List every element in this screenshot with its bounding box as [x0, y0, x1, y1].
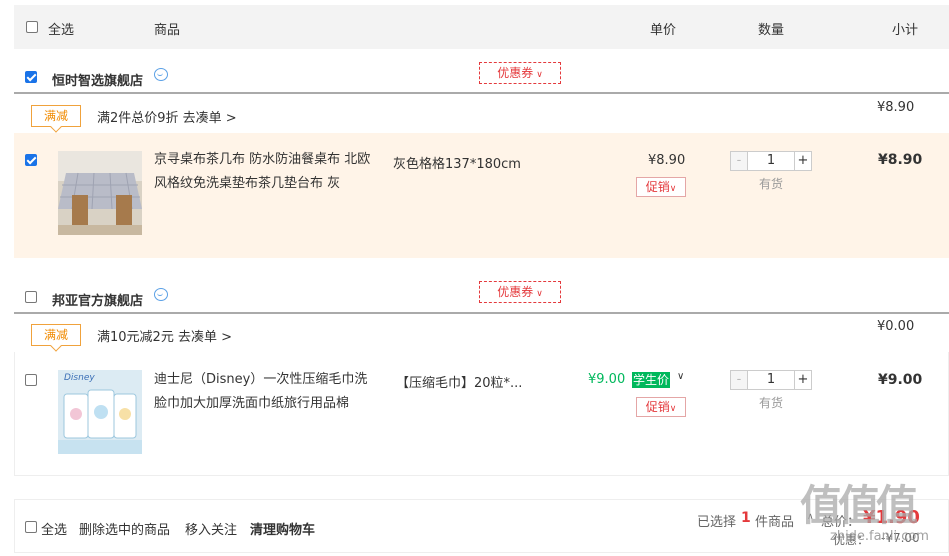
item-subtotal: ¥8.90	[878, 152, 923, 168]
selected-count: 1	[741, 510, 751, 526]
increase-button[interactable]: +	[794, 371, 811, 389]
student-price-badge[interactable]: 学生价	[632, 372, 671, 388]
selected-prefix: 已选择	[697, 515, 737, 530]
chevron-down-icon: ∨	[669, 184, 677, 194]
quantity-stepper: - 1 +	[730, 370, 812, 390]
product-thumbnail[interactable]	[58, 151, 142, 235]
quantity-input[interactable]: 1	[747, 371, 795, 389]
chevron-down-icon: ∨	[536, 289, 543, 299]
stock-status: 有货	[759, 396, 784, 410]
clear-cart-link[interactable]: 清理购物车	[250, 519, 315, 538]
watermark-logo: 值值值	[800, 472, 918, 533]
decrease-button[interactable]: -	[731, 371, 748, 389]
item-checkbox[interactable]	[25, 374, 37, 386]
quantity-input[interactable]: 1	[747, 152, 795, 170]
select-all-label[interactable]: 全选	[41, 519, 67, 538]
increase-button[interactable]: +	[794, 152, 811, 170]
column-subtotal: 小计	[892, 23, 919, 38]
selected-suffix: 件商品	[755, 515, 795, 530]
column-product: 商品	[154, 23, 181, 38]
store-divider	[14, 312, 949, 314]
chevron-down-icon: ∨	[669, 404, 677, 414]
stock-status: 有货	[759, 177, 784, 191]
item-checkbox[interactable]	[25, 154, 37, 166]
select-all-label: 全选	[48, 23, 75, 38]
store-checkbox[interactable]	[25, 71, 37, 83]
product-title[interactable]: 京寻桌布茶几布 防水防油餐桌布 北欧风格纹免洗桌垫布茶几垫台布 灰	[154, 148, 374, 196]
quantity-stepper: - 1 +	[730, 151, 812, 171]
select-all-checkbox-top[interactable]	[26, 21, 38, 33]
store-checkbox[interactable]	[25, 291, 37, 303]
watermark-char: 值	[800, 481, 842, 530]
promo-link[interactable]: 满2件总价9折 去凑单 >	[97, 107, 237, 126]
store-name[interactable]: 恒时智选旗舰店	[52, 70, 143, 89]
chat-icon[interactable]	[154, 68, 168, 81]
product-spec[interactable]: 灰色格格137*180cm	[393, 153, 521, 172]
watermark-url: zhide.fanli.com	[830, 529, 929, 544]
move-to-follow-link[interactable]: 移入关注	[185, 519, 237, 538]
thumb-brand-text: Disney	[64, 373, 95, 383]
watermark-char: 值	[838, 481, 880, 530]
chevron-down-icon: ∨	[536, 70, 543, 80]
promo-select-label: 促销	[645, 400, 670, 414]
cart-header: 全选 商品 单价 数量 小计	[14, 5, 949, 49]
coupon-button[interactable]: 优惠券 ∨	[479, 62, 561, 84]
watermark-char: 值	[876, 481, 918, 530]
delete-selected-link[interactable]: 删除选中的商品	[79, 519, 170, 538]
unit-price: ¥8.90	[648, 153, 686, 168]
promo-select-label: 促销	[645, 180, 670, 194]
chevron-down-icon[interactable]: ∨	[677, 371, 684, 382]
promo-select[interactable]: 促销∨	[636, 397, 686, 417]
promo-link[interactable]: 满10元减2元 去凑单 >	[97, 326, 232, 345]
promo-select[interactable]: 促销∨	[636, 177, 686, 197]
promo-tag: 满减	[31, 324, 81, 346]
store-name[interactable]: 邦亚官方旗舰店	[52, 290, 143, 309]
coupon-label: 优惠券	[497, 66, 534, 80]
promo-tag: 满减	[31, 105, 81, 127]
product-thumbnail[interactable]: Disney	[58, 370, 142, 454]
promo-amount: ¥0.00	[877, 319, 915, 334]
unit-price: ¥9.00	[588, 372, 626, 387]
store-divider	[14, 92, 949, 94]
item-subtotal: ¥9.00	[878, 372, 923, 388]
product-spec[interactable]: 【压缩毛巾】20粒*...	[396, 372, 522, 391]
product-title[interactable]: 迪士尼（Disney）一次性压缩毛巾洗脸巾加大加厚洗面巾纸旅行用品棉	[154, 368, 374, 416]
decrease-button[interactable]: -	[731, 152, 748, 170]
chat-icon[interactable]	[154, 288, 168, 301]
select-all-checkbox-bottom[interactable]	[25, 521, 37, 533]
coupon-button[interactable]: 优惠券 ∨	[479, 281, 561, 303]
column-quantity: 数量	[758, 23, 785, 38]
coupon-label: 优惠券	[497, 285, 534, 299]
promo-amount: ¥8.90	[877, 100, 915, 115]
column-price: 单价	[650, 23, 677, 38]
